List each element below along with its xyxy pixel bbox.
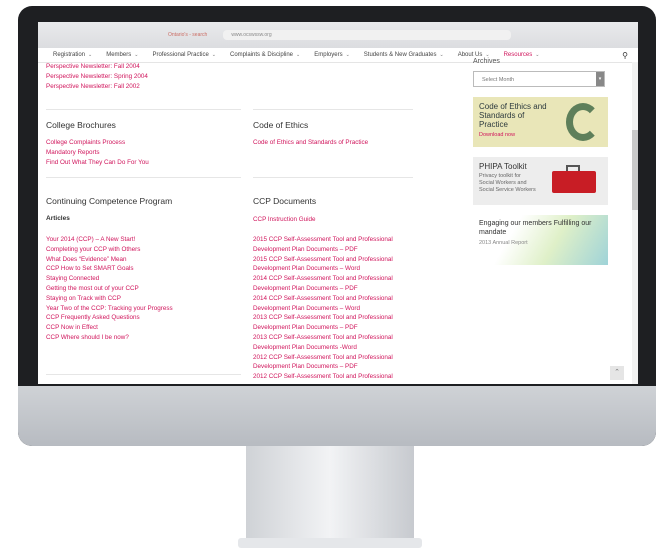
brochure-link[interactable]: College Complaints Process (46, 138, 149, 148)
ccp-article-link[interactable]: Getting the most out of your CCP (46, 284, 173, 294)
divider (46, 109, 241, 110)
ccp-article-link[interactable]: CCP Now in Effect (46, 323, 173, 333)
ccp-article-link[interactable]: Completing your CCP with Others (46, 245, 173, 255)
nav-item[interactable]: Members ⌄ (99, 52, 145, 58)
scrollbar-thumb[interactable] (632, 130, 638, 210)
banner-text: Privacy toolkit for Social Workers and S… (479, 173, 536, 193)
ccp-document-link[interactable]: 2012 CCP Self-Assessment Tool and Profes… (253, 372, 393, 382)
brochure-link[interactable]: Mandatory Reports (46, 148, 149, 158)
archives-title: Archives (473, 58, 500, 65)
newsletter-link[interactable]: Perspective Newsletter: Spring 2004 (46, 72, 148, 82)
ethics-title: Code of Ethics (253, 120, 309, 130)
chevron-down-icon: ▾ (596, 72, 604, 86)
ccp-document-link[interactable]: 2013 CCP Self-Assessment Tool and Profes… (253, 313, 393, 323)
address-bar[interactable]: www.ocswssw.org (223, 30, 512, 40)
ccp-document-link[interactable]: Development Plan Documents – Word (253, 264, 393, 274)
divider (253, 177, 413, 178)
nav-item-label: Employers (314, 52, 343, 58)
ccp-document-link[interactable]: Development Plan Documents – PDF (253, 323, 393, 333)
ccp-document-link[interactable]: 2014 CCP Self-Assessment Tool and Profes… (253, 274, 393, 284)
ccp-article-link[interactable]: CCP How to Set SMART Goals (46, 264, 173, 274)
chevron-down-icon: ⌄ (211, 52, 216, 58)
monitor-base (238, 538, 422, 548)
ccp-document-link[interactable]: Development Plan Documents – Word (253, 304, 393, 314)
ccp-article-link[interactable]: CCP Frequently Asked Questions (46, 313, 173, 323)
brochures-title: College Brochures (46, 120, 116, 130)
divider (46, 177, 241, 178)
ccp-documents-list: 2015 CCP Self-Assessment Tool and Profes… (253, 235, 393, 382)
ccp-instruction-guide-link[interactable]: CCP Instruction Guide (253, 215, 316, 225)
newsletter-link[interactable]: Perspective Newsletter: Fall 2004 (46, 62, 148, 72)
ethics-list: Code of Ethics and Standards of Practice (253, 138, 368, 148)
nav-item[interactable]: Professional Practice ⌄ (145, 52, 223, 58)
nav-item-label: Students & New Graduates (363, 52, 437, 58)
ccp-article-link[interactable]: What Does “Evidence” Mean (46, 255, 173, 265)
ccp-document-link[interactable]: 2014 CCP Self-Assessment Tool and Profes… (253, 294, 393, 304)
ethics-link[interactable]: Code of Ethics and Standards of Practice (253, 138, 368, 148)
nav-item[interactable]: Employers ⌄ (307, 52, 357, 58)
browser-tab[interactable]: Ontario's - search (168, 32, 207, 38)
articles-heading: Articles (46, 215, 70, 222)
ccp-articles-list: Your 2014 (CCP) – A New Start! Completing… (46, 235, 173, 343)
ccp-document-link[interactable]: Development Plan Documents – PDF (253, 245, 393, 255)
banner-title: PHIPA Toolkit (479, 162, 527, 171)
nav-item-label: Complaints & Discipline (230, 52, 294, 58)
ccp-document-link[interactable]: 2013 CCP Self-Assessment Tool and Profes… (253, 333, 393, 343)
ccp-document-link[interactable]: 2015 CCP Self-Assessment Tool and Profes… (253, 255, 393, 265)
banner-title: Engaging our members Fulfilling our mand… (479, 220, 592, 236)
ccp-document-link[interactable]: 2012 CCP Self-Assessment Tool and Profes… (253, 353, 393, 363)
select-placeholder: Select Month (482, 77, 515, 83)
nav-item-label: Professional Practice (152, 52, 209, 58)
sidebar: Archives Select Month ▾ Code of Ethics a… (473, 58, 608, 265)
monitor-chin (18, 386, 656, 446)
search-icon[interactable]: ⚲ (622, 51, 628, 60)
chevron-down-icon: ⌄ (345, 52, 350, 58)
banner-title: Code of Ethics and Standards of Practice (479, 102, 547, 129)
ccp-article-link[interactable]: Staying on Track with CCP (46, 294, 173, 304)
nav-item-label: Members (106, 52, 132, 58)
browser-toolbar: Ontario's - search www.ocswssw.org (38, 22, 638, 48)
nav-item[interactable]: Complaints & Discipline ⌄ (223, 52, 307, 58)
annual-report-banner[interactable]: Engaging our members Fulfilling our mand… (473, 215, 608, 265)
scrollbar[interactable] (632, 62, 638, 384)
back-to-top-button[interactable]: ⌃ (610, 366, 624, 380)
ccp-article-link[interactable]: Staying Connected (46, 274, 173, 284)
chevron-down-icon: ⌄ (439, 52, 444, 58)
ccp-article-link[interactable]: Your 2014 (CCP) – A New Start! (46, 235, 173, 245)
newsletter-link[interactable]: Perspective Newsletter: Fall 2002 (46, 82, 148, 92)
brochure-link[interactable]: Find Out What They Can Do For You (46, 158, 149, 168)
ccp-document-link[interactable]: Development Plan Documents – PDF (253, 284, 393, 294)
nav-item[interactable]: Students & New Graduates ⌄ (357, 52, 451, 58)
ccp-document-link[interactable]: Development Plan Documents -Word (253, 343, 393, 353)
nav-item-label: Registration (53, 52, 86, 58)
ccp-document-link[interactable]: Development Plan Documents – PDF (253, 362, 393, 372)
archives-select[interactable]: Select Month ▾ (473, 71, 605, 87)
ccp-article-link[interactable]: Year Two of the CCP: Tracking your Progr… (46, 304, 173, 314)
college-logo-icon (566, 103, 600, 141)
chevron-down-icon: ⌄ (296, 52, 301, 58)
chevron-down-icon: ⌄ (134, 52, 139, 58)
code-of-ethics-banner[interactable]: Code of Ethics and Standards of Practice… (473, 97, 608, 147)
monitor-stand (246, 446, 414, 538)
toolbox-icon (552, 165, 596, 193)
divider (253, 109, 413, 110)
brochures-list: College Complaints Process Mandatory Repo… (46, 138, 149, 167)
newsletter-list: Perspective Newsletter: Fall 2004 Perspec… (46, 62, 148, 91)
banner-text: 2013 Annual Report (479, 240, 528, 246)
page-content: Perspective Newsletter: Fall 2004 Perspec… (38, 58, 638, 384)
nav-item[interactable]: Registration ⌄ (46, 52, 99, 58)
ccp-title: Continuing Competence Program (46, 196, 173, 206)
chevron-down-icon: ⌄ (88, 52, 93, 58)
ccp-document-link[interactable]: 2015 CCP Self-Assessment Tool and Profes… (253, 235, 393, 245)
screen: Ontario's - search www.ocswssw.org Regis… (38, 22, 638, 384)
phipa-toolkit-banner[interactable]: PHIPA Toolkit Privacy toolkit for Social… (473, 157, 608, 205)
ccp-article-link[interactable]: CCP Where should I be now? (46, 333, 173, 343)
ccp-documents-title: CCP Documents (253, 196, 317, 206)
divider (46, 374, 241, 375)
